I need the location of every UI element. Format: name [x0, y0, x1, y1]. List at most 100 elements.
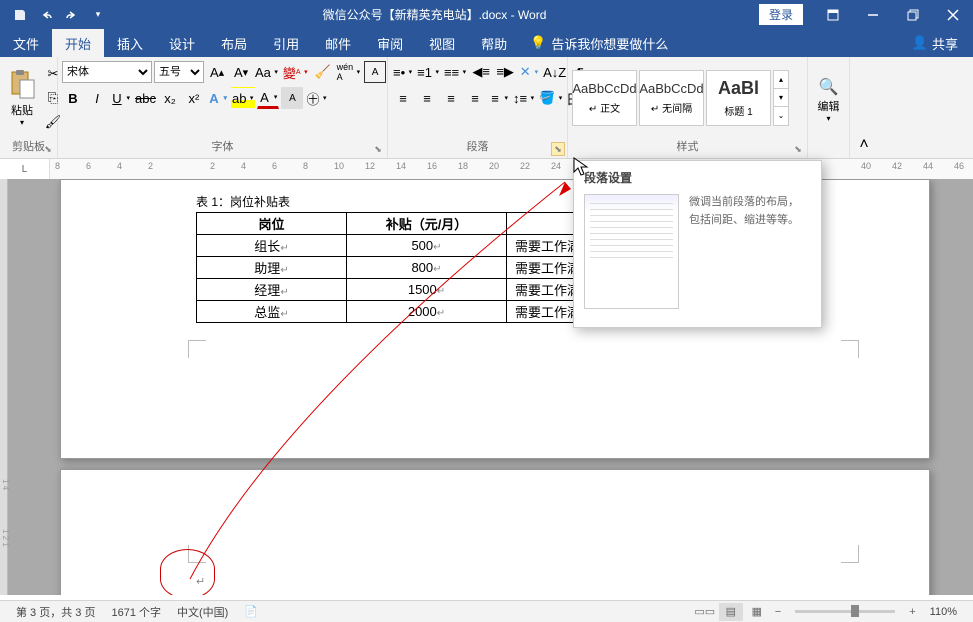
- character-border-button[interactable]: A: [364, 61, 386, 83]
- paragraph-group: ≡• ≡1 ≡≡ ◀≡ ≡▶ ✕ A↓Z ¶ ≡ ≡ ≡ ≡ ≡ ↕≡ 🪣 田 …: [388, 57, 568, 158]
- print-layout-button[interactable]: ▤: [719, 603, 743, 621]
- text-effects-button[interactable]: A: [207, 87, 229, 109]
- styles-launcher[interactable]: ⬊: [791, 142, 805, 156]
- table-row: 总监2000需要工作满: [197, 301, 607, 323]
- bold-button[interactable]: B: [62, 87, 84, 109]
- web-layout-button[interactable]: ▦: [745, 603, 769, 621]
- style-normal[interactable]: AaBbCcDd ↵ 正文: [572, 70, 637, 126]
- zoom-level[interactable]: 110%: [922, 606, 965, 618]
- shrink-font-button[interactable]: A▾: [230, 61, 252, 83]
- shading-button[interactable]: 🪣: [538, 87, 564, 109]
- tab-view[interactable]: 视图: [416, 29, 468, 57]
- style-no-spacing[interactable]: AaBbCcDd ↵ 无间隔: [639, 70, 704, 126]
- tab-file[interactable]: 文件: [0, 29, 52, 57]
- language[interactable]: 中文(中国): [169, 604, 236, 620]
- tab-design[interactable]: 设计: [156, 29, 208, 57]
- undo-button[interactable]: [34, 3, 58, 27]
- login-button[interactable]: 登录: [759, 4, 803, 25]
- character-shading-button[interactable]: A: [281, 87, 303, 109]
- annotation-circle: [160, 549, 215, 595]
- tab-references[interactable]: 引用: [260, 29, 312, 57]
- change-case-button[interactable]: Aa: [254, 61, 280, 83]
- track-changes-icon[interactable]: 📄: [236, 605, 266, 618]
- tooltip-title: 段落设置: [584, 169, 811, 186]
- ribbon-tabs: 文件 开始 插入 设计 布局 引用 邮件 审阅 视图 帮助 💡 告诉我你想要做什…: [0, 29, 973, 57]
- tab-home[interactable]: 开始: [52, 29, 104, 57]
- close-button[interactable]: [933, 0, 973, 29]
- tell-me-search[interactable]: 💡 告诉我你想要做什么: [520, 34, 668, 53]
- tab-review[interactable]: 审阅: [364, 29, 416, 57]
- asian-layout-button[interactable]: ✕: [518, 61, 540, 83]
- multilevel-list-button[interactable]: ≡≡: [443, 61, 468, 83]
- align-left-button[interactable]: ≡: [392, 87, 414, 109]
- window-controls: 登录: [759, 0, 973, 29]
- font-group-label: 字体: [62, 136, 383, 156]
- find-button[interactable]: 🔍: [818, 76, 840, 98]
- save-button[interactable]: [8, 3, 32, 27]
- justify-button[interactable]: ≡: [464, 87, 486, 109]
- numbering-button[interactable]: ≡1: [416, 61, 441, 83]
- highlight-button[interactable]: ab: [231, 87, 255, 109]
- grow-font-button[interactable]: A▴: [206, 61, 228, 83]
- tab-help[interactable]: 帮助: [468, 29, 520, 57]
- font-launcher[interactable]: ⬊: [371, 142, 385, 156]
- superscript-button[interactable]: x²: [183, 87, 205, 109]
- read-mode-button[interactable]: ▭▭: [693, 603, 717, 621]
- style-scroll-down[interactable]: ▾: [774, 89, 788, 107]
- zoom-in-button[interactable]: +: [905, 606, 919, 618]
- sort-button[interactable]: A↓Z: [542, 61, 567, 83]
- phonetic-guide-button[interactable]: 變A: [282, 61, 310, 83]
- share-button[interactable]: 👤 共享: [897, 29, 973, 57]
- zoom-slider-thumb[interactable]: [851, 605, 859, 617]
- font-color-button[interactable]: A: [257, 87, 279, 109]
- clear-formatting-button[interactable]: 🧹: [312, 61, 334, 83]
- document-area[interactable]: 1 4 1 2 1 表 1：岗位补贴表 岗位 补贴（元/月） 组长500需要工作…: [0, 179, 973, 595]
- underline-button[interactable]: U: [110, 87, 132, 109]
- word-count[interactable]: 1671 个字: [103, 604, 169, 620]
- page-count[interactable]: 第 3 页，共 3 页: [8, 604, 103, 620]
- style-expand[interactable]: ⌄: [774, 107, 788, 125]
- pinyin-button[interactable]: wénA: [336, 61, 363, 83]
- tooltip-preview-image: [584, 194, 679, 309]
- enclose-characters-button[interactable]: ㊉: [305, 87, 328, 109]
- share-icon: 👤: [912, 35, 928, 51]
- tab-selector[interactable]: L: [0, 159, 50, 179]
- bullets-button[interactable]: ≡•: [392, 61, 414, 83]
- subscript-button[interactable]: x₂: [159, 87, 181, 109]
- font-name-select[interactable]: 宋体: [62, 61, 152, 83]
- ribbon-display-options[interactable]: [813, 0, 853, 29]
- document-table[interactable]: 表 1：岗位补贴表 岗位 补贴（元/月） 组长500需要工作满 助理800需要工…: [196, 193, 607, 323]
- increase-indent-button[interactable]: ≡▶: [494, 61, 516, 83]
- zoom-slider[interactable]: [795, 610, 895, 613]
- strikethrough-button[interactable]: abc: [134, 87, 157, 109]
- paste-icon: [6, 68, 38, 100]
- zoom-out-button[interactable]: −: [771, 606, 785, 618]
- tab-mailings[interactable]: 邮件: [312, 29, 364, 57]
- paragraph-group-label: 段落: [392, 136, 563, 156]
- horizontal-ruler[interactable]: 8642246810121416182022244042444648: [50, 159, 973, 179]
- style-heading-1[interactable]: AaBl 标题 1: [706, 70, 771, 126]
- margin-corner: [841, 545, 859, 563]
- style-gallery[interactable]: AaBbCcDd ↵ 正文 AaBbCcDd ↵ 无间隔 AaBl 标题 1 ▴…: [572, 68, 789, 128]
- tab-insert[interactable]: 插入: [104, 29, 156, 57]
- italic-button[interactable]: I: [86, 87, 108, 109]
- share-label: 共享: [932, 34, 958, 53]
- align-center-button[interactable]: ≡: [416, 87, 438, 109]
- redo-button[interactable]: [60, 3, 84, 27]
- clipboard-launcher[interactable]: ⬊: [41, 142, 55, 156]
- decrease-indent-button[interactable]: ◀≡: [470, 61, 492, 83]
- style-scroll-up[interactable]: ▴: [774, 71, 788, 89]
- font-size-select[interactable]: 五号: [154, 61, 204, 83]
- qat-customize-button[interactable]: ▾: [86, 3, 110, 27]
- paste-button[interactable]: 粘贴 ▾: [4, 66, 40, 129]
- align-right-button[interactable]: ≡: [440, 87, 462, 109]
- distributed-button[interactable]: ≡: [488, 87, 510, 109]
- ribbon-collapse-button[interactable]: ˄: [850, 57, 878, 158]
- vertical-ruler[interactable]: 1 4 1 2 1: [0, 179, 8, 595]
- restore-button[interactable]: [893, 0, 933, 29]
- line-spacing-button[interactable]: ↕≡: [512, 87, 536, 109]
- table-header-row: 岗位 补贴（元/月）: [197, 213, 607, 235]
- tab-layout[interactable]: 布局: [208, 29, 260, 57]
- paragraph-launcher[interactable]: ⬊: [551, 142, 565, 156]
- minimize-button[interactable]: [853, 0, 893, 29]
